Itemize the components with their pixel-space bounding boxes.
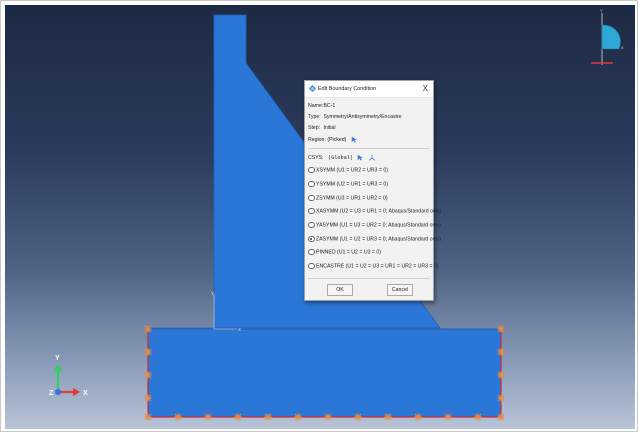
type-value: Symmetry/Antisymmetry/Encastre [323,114,402,120]
region-value: (Picked) [327,136,347,143]
radio-icon[interactable] [308,248,315,255]
step-row: Step: Initial [308,125,336,131]
edit-boundary-condition-dialog[interactable]: Edit Boundary Condition X Name: BC-1 Typ… [304,80,441,301]
csys-label: CSYS: [308,154,324,161]
triad-z-label: Z [49,390,54,397]
bc-node-marker [144,413,152,421]
bc-node-marker [444,413,452,421]
divider [308,278,430,279]
dialog-title: Edit Boundary Condition [318,86,377,92]
boundary-condition-icon [309,85,316,92]
global-triad: Y X Z [49,355,88,397]
triad-x-label: X [83,390,88,397]
local-csys-y-label: Y [211,291,214,296]
dam-base[interactable] [148,329,501,417]
bc-node-marker [144,371,152,379]
name-label: Name: [308,103,324,109]
view-y-label: Y [600,8,603,13]
bc-node-marker [497,394,505,402]
pick-csys-arrow-icon[interactable] [357,154,364,161]
ok-button[interactable]: OK [327,284,353,296]
option-zsymm[interactable]: ZSYMM (U3 = UR1 = UR2 = 0) [308,194,388,202]
option-xasymm[interactable]: XASYMM (U2 = U3 = UR1 = 0; Abaqus/Standa… [308,207,442,215]
type-label: Type: [308,114,321,120]
radio-icon[interactable] [308,180,315,187]
radio-icon[interactable] [308,221,315,228]
cancel-button[interactable]: Cancel [387,284,413,296]
csys-row: CSYS: (Global) [308,154,376,161]
radio-icon[interactable] [308,262,315,269]
bc-node-marker [497,371,505,379]
step-value: Initial [323,125,336,131]
option-label: YSYMM (U2 = UR1 = UR3 = 0) [316,181,388,188]
bc-node-marker [144,325,152,333]
region-label: Region: [308,136,326,143]
option-label: ZASYMM (U1 = U2 = UR3 = 0; Abaqus/Standa… [316,236,441,243]
create-csys-icon[interactable] [368,154,376,161]
option-label: ZSYMM (U3 = UR1 = UR2 = 0) [316,195,388,202]
view-orientation-icon[interactable]: Y X [591,8,624,65]
bc-node-marker [474,413,482,421]
option-pinned[interactable]: PINNED (U1 = U2 = U3 = 0) [308,248,382,256]
name-value: BC-1 [323,103,336,109]
option-label: PINNED (U1 = U2 = U3 = 0) [316,249,382,256]
option-label: YASYMM (U1 = U3 = UR2 = 0; Abaqus/Standa… [316,222,441,229]
region-row: Region: (Picked) [308,136,358,143]
bc-node-marker [174,413,182,421]
bc-node-marker [497,413,505,421]
name-row: Name: BC-1 [308,103,335,109]
option-encastre[interactable]: ENCASTRE (U1 = U2 = U3 = UR1 = UR2 = UR3… [308,262,439,270]
bc-node-marker [144,394,152,402]
step-label: Step: [308,125,321,131]
bc-node-marker [264,413,272,421]
radio-icon[interactable] [308,166,315,173]
option-ysymm[interactable]: YSYMM (U2 = UR1 = UR3 = 0) [308,180,388,188]
radio-icon[interactable] [308,207,315,214]
option-zasymm[interactable]: ZASYMM (U1 = U2 = UR3 = 0; Abaqus/Standa… [308,235,441,243]
dialog-titlebar[interactable]: Edit Boundary Condition X [305,81,433,98]
bc-node-marker [324,413,332,421]
screenshot-frame: Y X Y X Z Y X Edit Boundary Condition X … [0,0,638,432]
bc-node-marker [144,348,152,356]
bc-node-marker [384,413,392,421]
option-label: ENCASTRE (U1 = U2 = U3 = UR1 = UR2 = UR3… [316,263,439,270]
bc-node-marker [354,413,362,421]
bc-node-marker [204,413,212,421]
pick-region-arrow-icon[interactable] [351,136,358,143]
view-x-label: X [621,45,624,50]
option-label: XSYMM (U1 = UR2 = UR3 = 0) [316,167,388,174]
radio-icon[interactable] [308,194,315,201]
close-icon[interactable]: X [423,84,428,93]
bc-node-marker [294,413,302,421]
divider [308,148,430,149]
csys-value: (Global) [328,154,353,161]
option-xsymm[interactable]: XSYMM (U1 = UR2 = UR3 = 0) [308,166,388,174]
radio-selected-icon[interactable] [308,235,315,242]
option-label: XASYMM (U2 = U3 = UR1 = 0; Abaqus/Standa… [316,208,442,215]
local-csys-x-label: X [238,327,241,332]
triad-y-label: Y [55,355,60,362]
bc-node-marker [497,325,505,333]
bc-node-marker [414,413,422,421]
bc-node-marker [497,348,505,356]
type-row: Type: Symmetry/Antisymmetry/Encastre [308,114,402,120]
option-yasymm[interactable]: YASYMM (U1 = U3 = UR2 = 0; Abaqus/Standa… [308,221,441,229]
bc-node-marker [234,413,242,421]
